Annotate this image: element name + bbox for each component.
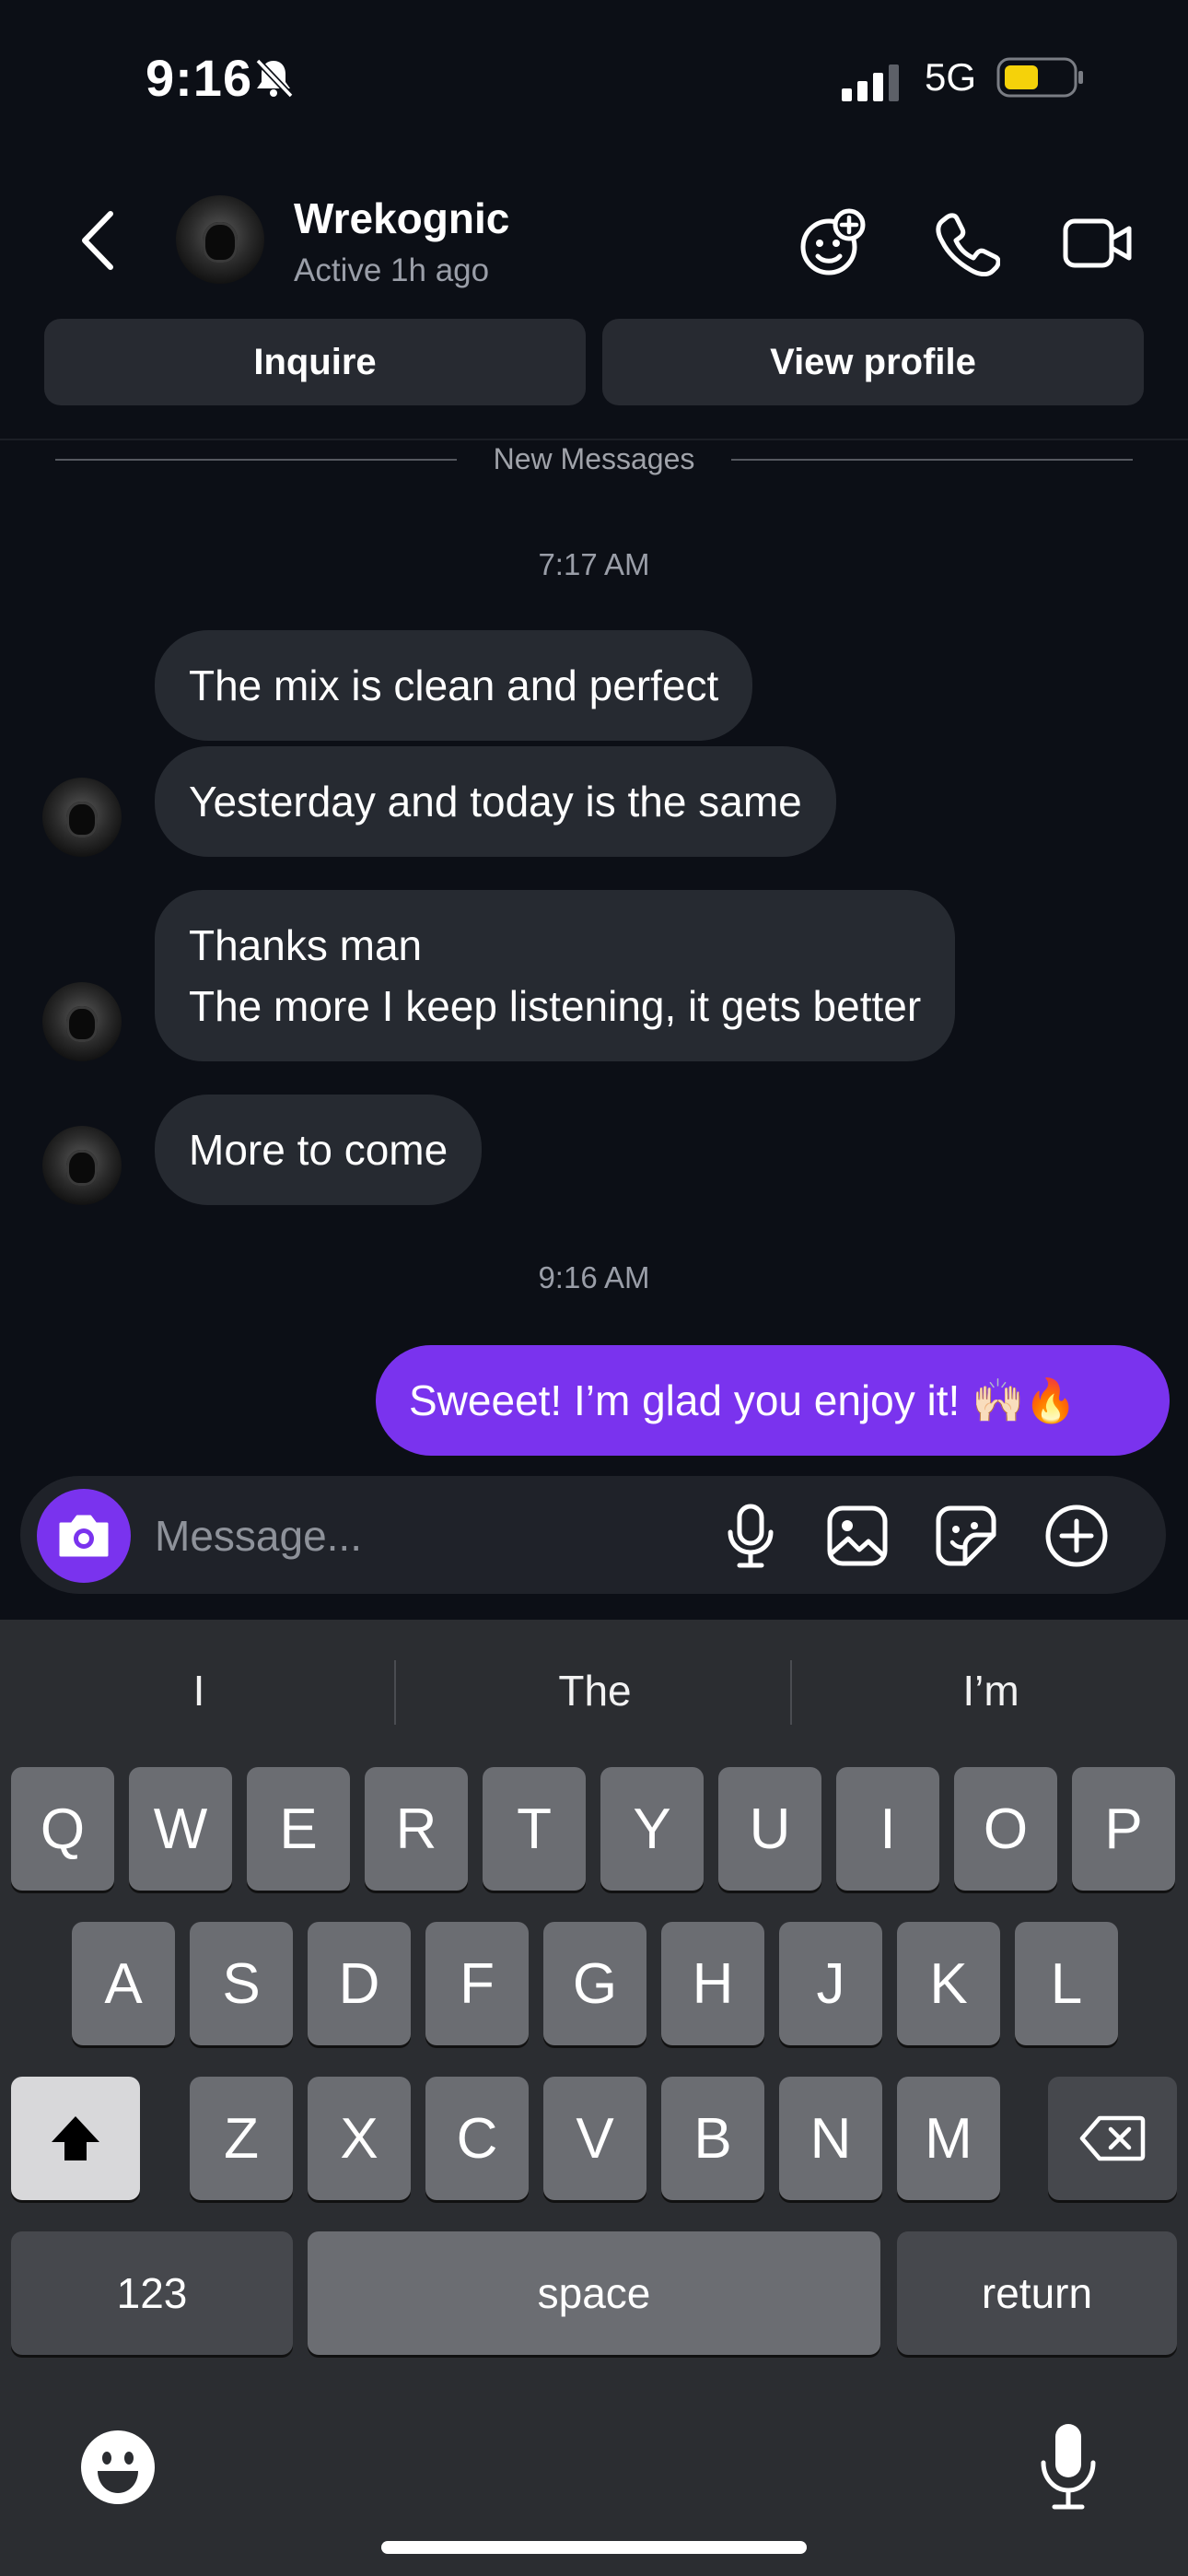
suggestion-divider (790, 1660, 792, 1725)
new-messages-label: New Messages (493, 442, 695, 475)
message-bubble[interactable]: Yesterday and today is the same (155, 746, 836, 857)
key-e[interactable]: E (247, 1767, 350, 1891)
sent-message-bubble[interactable]: Sweeet! I’m glad you enjoy it! 🙌🏻🔥 (376, 1345, 1170, 1456)
message-bubble[interactable]: More to come (155, 1095, 483, 1205)
message-text: Yesterday and today is the same (189, 778, 802, 825)
network-type: 5G (925, 55, 977, 99)
microphone-icon[interactable] (715, 1500, 786, 1572)
message-text: Thanks man (189, 921, 423, 969)
key-v[interactable]: V (543, 2077, 646, 2200)
contact-name[interactable]: Wrekognic (294, 193, 509, 243)
message-text: The more I keep listening, it gets bette… (189, 982, 922, 1030)
divider-line (731, 459, 1133, 461)
key-q[interactable]: Q (11, 1767, 114, 1891)
key-w[interactable]: W (129, 1767, 232, 1891)
key-h[interactable]: H (661, 1922, 764, 2045)
avatar[interactable] (176, 195, 264, 284)
divider-line (55, 459, 457, 461)
camera-button[interactable] (37, 1489, 131, 1583)
video-camera-icon[interactable] (1059, 205, 1136, 282)
battery-icon (996, 57, 1085, 102)
key-o[interactable]: O (954, 1767, 1057, 1891)
emoji-keyboard-icon[interactable] (76, 2425, 160, 2510)
message-bubble[interactable]: Thanks man The more I keep listening, it… (155, 890, 956, 1061)
shift-arrow-icon (52, 2116, 99, 2160)
key-i[interactable]: I (836, 1767, 939, 1891)
key-y[interactable]: Y (600, 1767, 704, 1891)
return-key[interactable]: return (897, 2231, 1177, 2355)
key-p[interactable]: P (1072, 1767, 1175, 1891)
suggestion-item[interactable]: The (398, 1649, 792, 1732)
space-key[interactable]: space (308, 2231, 880, 2355)
message-text: The mix is clean and perfect (189, 662, 719, 709)
inquire-button[interactable]: Inquire (44, 319, 586, 405)
home-indicator (381, 2541, 807, 2554)
back-chevron-icon[interactable] (77, 208, 118, 273)
timestamp: 9:16 AM (538, 1260, 650, 1294)
active-status: Active 1h ago (294, 252, 490, 288)
suggestion-item[interactable]: I (2, 1649, 396, 1732)
key-t[interactable]: T (483, 1767, 586, 1891)
key-m[interactable]: M (897, 2077, 1000, 2200)
key-k[interactable]: K (897, 1922, 1000, 2045)
key-u[interactable]: U (718, 1767, 821, 1891)
suggestion-divider (394, 1660, 396, 1725)
message-input[interactable] (155, 1504, 670, 1568)
key-x[interactable]: X (308, 2077, 411, 2200)
key-g[interactable]: G (543, 1922, 646, 2045)
timestamp: 7:17 AM (538, 547, 650, 581)
key-d[interactable]: D (308, 1922, 411, 2045)
avatar[interactable] (42, 1126, 122, 1205)
avatar[interactable] (42, 982, 122, 1061)
avatar[interactable] (42, 778, 122, 857)
sticker-icon[interactable] (930, 1500, 1002, 1572)
plus-circle-icon[interactable] (1041, 1500, 1112, 1572)
key-b[interactable]: B (661, 2077, 764, 2200)
key-j[interactable]: J (779, 1922, 882, 2045)
key-r[interactable]: R (365, 1767, 468, 1891)
dictation-microphone-icon[interactable] (1030, 2418, 1107, 2515)
message-bubble[interactable]: The mix is clean and perfect (155, 630, 753, 741)
camera-icon (59, 1515, 109, 1557)
view-profile-button[interactable]: View profile (602, 319, 1144, 405)
signal-icon (842, 64, 903, 106)
key-n[interactable]: N (779, 2077, 882, 2200)
phone-icon[interactable] (928, 205, 1006, 282)
message-text: More to come (189, 1126, 448, 1174)
status-time: 9:16 (146, 49, 253, 107)
key-z[interactable]: Z (190, 2077, 293, 2200)
suggestion-item[interactable]: I’m (794, 1649, 1188, 1732)
key-l[interactable]: L (1015, 1922, 1118, 2045)
delete-key[interactable] (1048, 2077, 1177, 2200)
message-text: Sweeet! I’m glad you enjoy it! 🙌🏻🔥 (409, 1376, 1077, 1424)
emoji-add-icon[interactable] (794, 205, 871, 282)
key-a[interactable]: A (72, 1922, 175, 2045)
numbers-key[interactable]: 123 (11, 2231, 293, 2355)
shift-key[interactable] (11, 2077, 140, 2200)
key-c[interactable]: C (425, 2077, 529, 2200)
key-f[interactable]: F (425, 1922, 529, 2045)
gallery-icon[interactable] (821, 1500, 893, 1572)
header-divider (0, 439, 1188, 440)
key-s[interactable]: S (190, 1922, 293, 2045)
silent-bell-icon (250, 55, 297, 106)
backspace-icon (1079, 2115, 1146, 2161)
